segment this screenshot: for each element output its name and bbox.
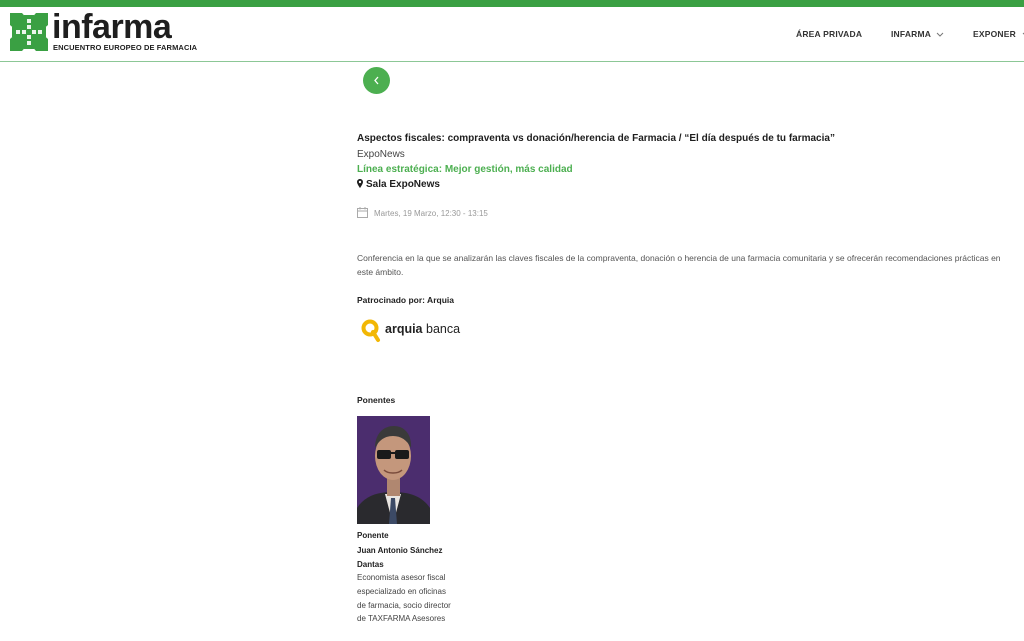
sponsor-wordmark-banca: banca: [426, 322, 461, 336]
nav-area-privada[interactable]: ÁREA PRIVADA: [796, 29, 862, 39]
speaker-bio: Economista asesor fiscal especializado e…: [357, 573, 451, 624]
nav-label: ÁREA PRIVADA: [796, 29, 863, 39]
infarma-cross-icon: [10, 13, 48, 51]
event-title: Aspectos fiscales: compraventa vs donaci…: [357, 133, 835, 144]
infarma-logo[interactable]: infarma ENCUENTRO EUROPEO DE FARMACIA: [10, 8, 197, 57]
site-header: infarma ENCUENTRO EUROPEO DE FARMACIA ÁR…: [0, 7, 1024, 62]
event-datetime: Martes, 19 Marzo, 12:30 - 13:15: [357, 207, 488, 218]
calendar-icon: [357, 207, 368, 218]
speaker-photo[interactable]: [357, 416, 430, 524]
nav-label: EXPONER: [973, 29, 1016, 39]
back-button[interactable]: [363, 67, 390, 94]
event-room: Sala ExpoNews: [357, 179, 440, 190]
sponsor-wordmark: arquia banca: [385, 322, 460, 336]
brand-tagline: ENCUENTRO EUROPEO DE FARMACIA: [53, 43, 198, 52]
chevron-down-icon: [937, 32, 944, 37]
speakers-heading: Ponentes: [357, 395, 396, 405]
event-description: Conferencia en la que se analizarán las …: [357, 253, 1001, 277]
speaker-role: Ponente: [357, 531, 389, 540]
room-label: Sala ExpoNews: [366, 179, 440, 190]
speaker-portrait: [357, 416, 430, 524]
datetime-label: Martes, 19 Marzo, 12:30 - 13:15: [374, 209, 488, 218]
speaker-name: Juan Antonio Sánchez Dantas: [357, 546, 443, 569]
strategic-line: Línea estratégica: Mejor gestión, más ca…: [357, 164, 573, 175]
nav-exponer[interactable]: EXPONER: [973, 29, 1024, 39]
nav-label: INFARMA: [891, 29, 931, 39]
location-pin-icon: [357, 179, 363, 188]
sponsor-label: Patrocinado por: Arquia: [357, 295, 454, 305]
nav-infarma[interactable]: INFARMA: [891, 29, 944, 39]
sponsor-wordmark-arquia: arquia: [385, 322, 423, 336]
top-accent-bar: [0, 0, 1024, 7]
brand-name: infarma: [52, 8, 172, 46]
chevron-left-icon: [374, 76, 379, 85]
arquia-q-icon: [361, 319, 380, 342]
event-category: ExpoNews: [357, 149, 405, 160]
arquia-banca-logo: arquia banca: [361, 318, 471, 344]
